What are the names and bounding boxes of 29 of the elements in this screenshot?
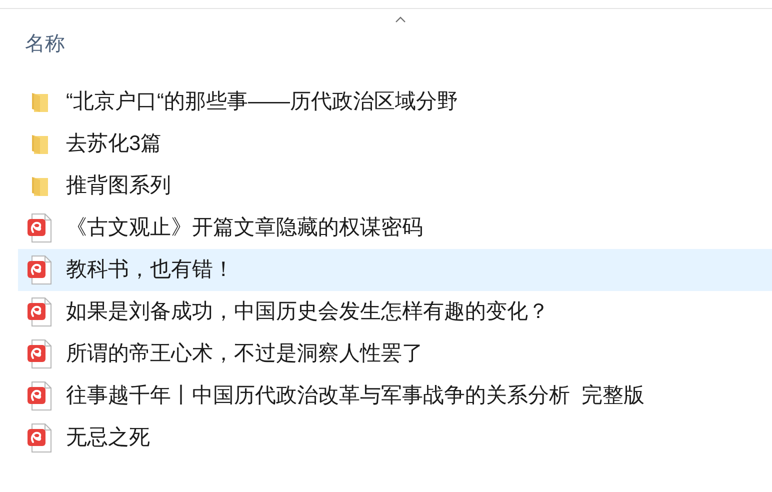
document-icon	[27, 255, 53, 285]
file-row[interactable]: 去苏化3篇	[18, 123, 772, 165]
file-row[interactable]: 如果是刘备成功，中国历史会发生怎样有趣的变化？	[18, 291, 772, 333]
file-row[interactable]: 往事越千年丨中国历代政治改革与军事战争的关系分析 完整版	[18, 375, 772, 417]
file-name: 教科书，也有错！	[66, 257, 234, 284]
document-icon	[27, 423, 53, 453]
file-row[interactable]: “北京户口“的那些事——历代政治区域分野	[18, 81, 772, 123]
document-icon	[27, 297, 53, 327]
folder-icon	[31, 91, 49, 113]
file-name: 无忌之死	[66, 425, 150, 452]
file-row[interactable]: 无忌之死	[18, 417, 772, 459]
file-name: 推背图系列	[66, 173, 171, 200]
document-icon	[27, 339, 53, 369]
file-name: 往事越千年丨中国历代政治改革与军事战争的关系分析 完整版	[66, 383, 645, 410]
folder-icon	[31, 133, 49, 155]
folder-icon	[31, 175, 49, 197]
sort-caret-icon[interactable]	[395, 16, 406, 23]
file-row[interactable]: 教科书，也有错！	[18, 249, 772, 291]
file-name: 所谓的帝王心术，不过是洞察人性罢了	[66, 341, 423, 368]
file-name: 如果是刘备成功，中国历史会发生怎样有趣的变化？	[66, 299, 549, 326]
file-name: 去苏化3篇	[66, 131, 162, 158]
column-header[interactable]: 名称	[25, 33, 65, 55]
file-row[interactable]: 推背图系列	[18, 165, 772, 207]
file-row[interactable]: 《古文观止》开篇文章隐藏的权谋密码	[18, 207, 772, 249]
document-icon	[27, 381, 53, 411]
file-name: 《古文观止》开篇文章隐藏的权谋密码	[66, 215, 423, 242]
file-row[interactable]: 所谓的帝王心术，不过是洞察人性罢了	[18, 333, 772, 375]
document-icon	[27, 213, 53, 243]
file-name: “北京户口“的那些事——历代政治区域分野	[66, 89, 458, 116]
